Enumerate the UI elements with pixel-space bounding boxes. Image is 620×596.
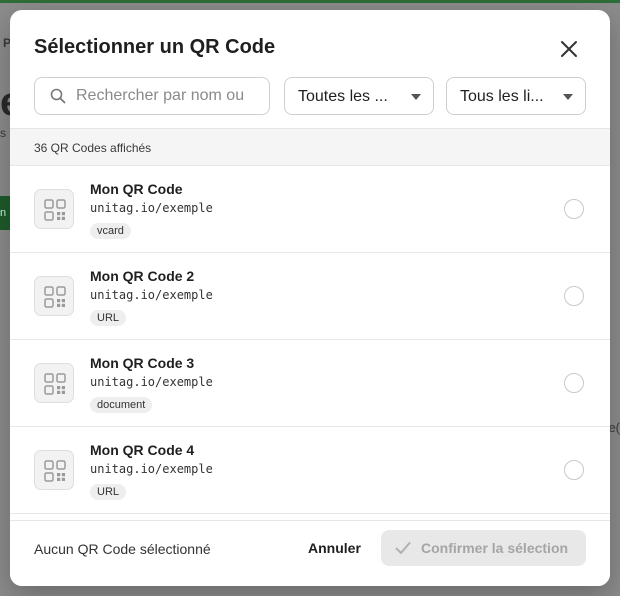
select-radio[interactable] <box>564 460 584 480</box>
qr-code-list-item[interactable]: Mon QR Code 3 unitag.io/exemple document <box>10 340 610 427</box>
qr-code-type-badge: URL <box>90 310 127 326</box>
qr-code-name: Mon QR Code 2 <box>90 268 195 284</box>
dialog-title: Sélectionner un QR Code <box>34 36 276 58</box>
search-input[interactable] <box>76 78 262 114</box>
selection-status: Aucun QR Code sélectionné <box>34 541 211 557</box>
qr-code-type-badge: vcard <box>90 223 131 239</box>
qr-code-icon <box>44 286 66 308</box>
qr-code-url: unitag.io/exemple <box>90 201 213 215</box>
qr-code-url: unitag.io/exemple <box>90 462 213 476</box>
qr-code-list-item[interactable]: Mon QR Code 2 unitag.io/exemple URL <box>10 253 610 340</box>
qr-code-icon <box>44 373 66 395</box>
qr-code-list-item[interactable]: Mon QR Code 4 unitag.io/exemple URL <box>10 427 610 514</box>
qr-code-type-badge: URL <box>90 484 127 500</box>
chevron-down-icon <box>563 94 573 100</box>
search-field[interactable] <box>34 77 270 115</box>
background-top-bar <box>0 0 620 3</box>
close-icon <box>561 41 577 57</box>
background-text-fragment: e( <box>608 420 620 435</box>
qr-code-type-badge: document <box>90 397 153 413</box>
dialog-footer: Aucun QR Code sélectionné Annuler Confir… <box>10 520 610 586</box>
results-count-bar: 36 QR Codes affichés <box>10 128 610 166</box>
search-icon <box>50 88 66 104</box>
qr-code-icon <box>44 460 66 482</box>
confirm-selection-button[interactable]: Confirmer la sélection <box>381 530 586 566</box>
close-button[interactable] <box>556 36 582 62</box>
select-radio[interactable] <box>564 373 584 393</box>
select-radio[interactable] <box>564 199 584 219</box>
qr-code-name: Mon QR Code 3 <box>90 355 195 371</box>
confirm-selection-label: Confirmer la sélection <box>421 540 569 556</box>
qr-code-name: Mon QR Code <box>90 181 183 197</box>
qr-code-thumbnail <box>34 450 74 490</box>
qr-code-list-item[interactable]: Mon QR Code unitag.io/exemple vcard <box>10 166 610 253</box>
qr-code-list[interactable]: Mon QR Code unitag.io/exemple vcard Mon … <box>10 166 610 520</box>
checkmark-icon <box>395 542 411 554</box>
type-filter-value: Toutes les ... <box>298 88 388 105</box>
background-text-fragment: s <box>0 126 6 140</box>
select-qr-code-dialog: Sélectionner un QR Code Toutes les ... T… <box>10 10 610 586</box>
background-button-fragment: n <box>0 196 10 230</box>
results-count: 36 QR Codes affichés <box>34 141 152 155</box>
qr-code-thumbnail <box>34 276 74 316</box>
select-radio[interactable] <box>564 286 584 306</box>
cancel-button[interactable]: Annuler <box>308 540 361 556</box>
qr-code-name: Mon QR Code 4 <box>90 442 195 458</box>
chevron-down-icon <box>411 94 421 100</box>
location-filter-select[interactable]: Tous les li... <box>446 77 586 115</box>
qr-code-icon <box>44 199 66 221</box>
type-filter-select[interactable]: Toutes les ... <box>284 77 434 115</box>
qr-code-url: unitag.io/exemple <box>90 375 213 389</box>
qr-code-thumbnail <box>34 363 74 403</box>
location-filter-value: Tous les li... <box>460 88 544 105</box>
qr-code-url: unitag.io/exemple <box>90 288 213 302</box>
qr-code-thumbnail <box>34 189 74 229</box>
dialog-header: Sélectionner un QR Code <box>10 10 610 82</box>
